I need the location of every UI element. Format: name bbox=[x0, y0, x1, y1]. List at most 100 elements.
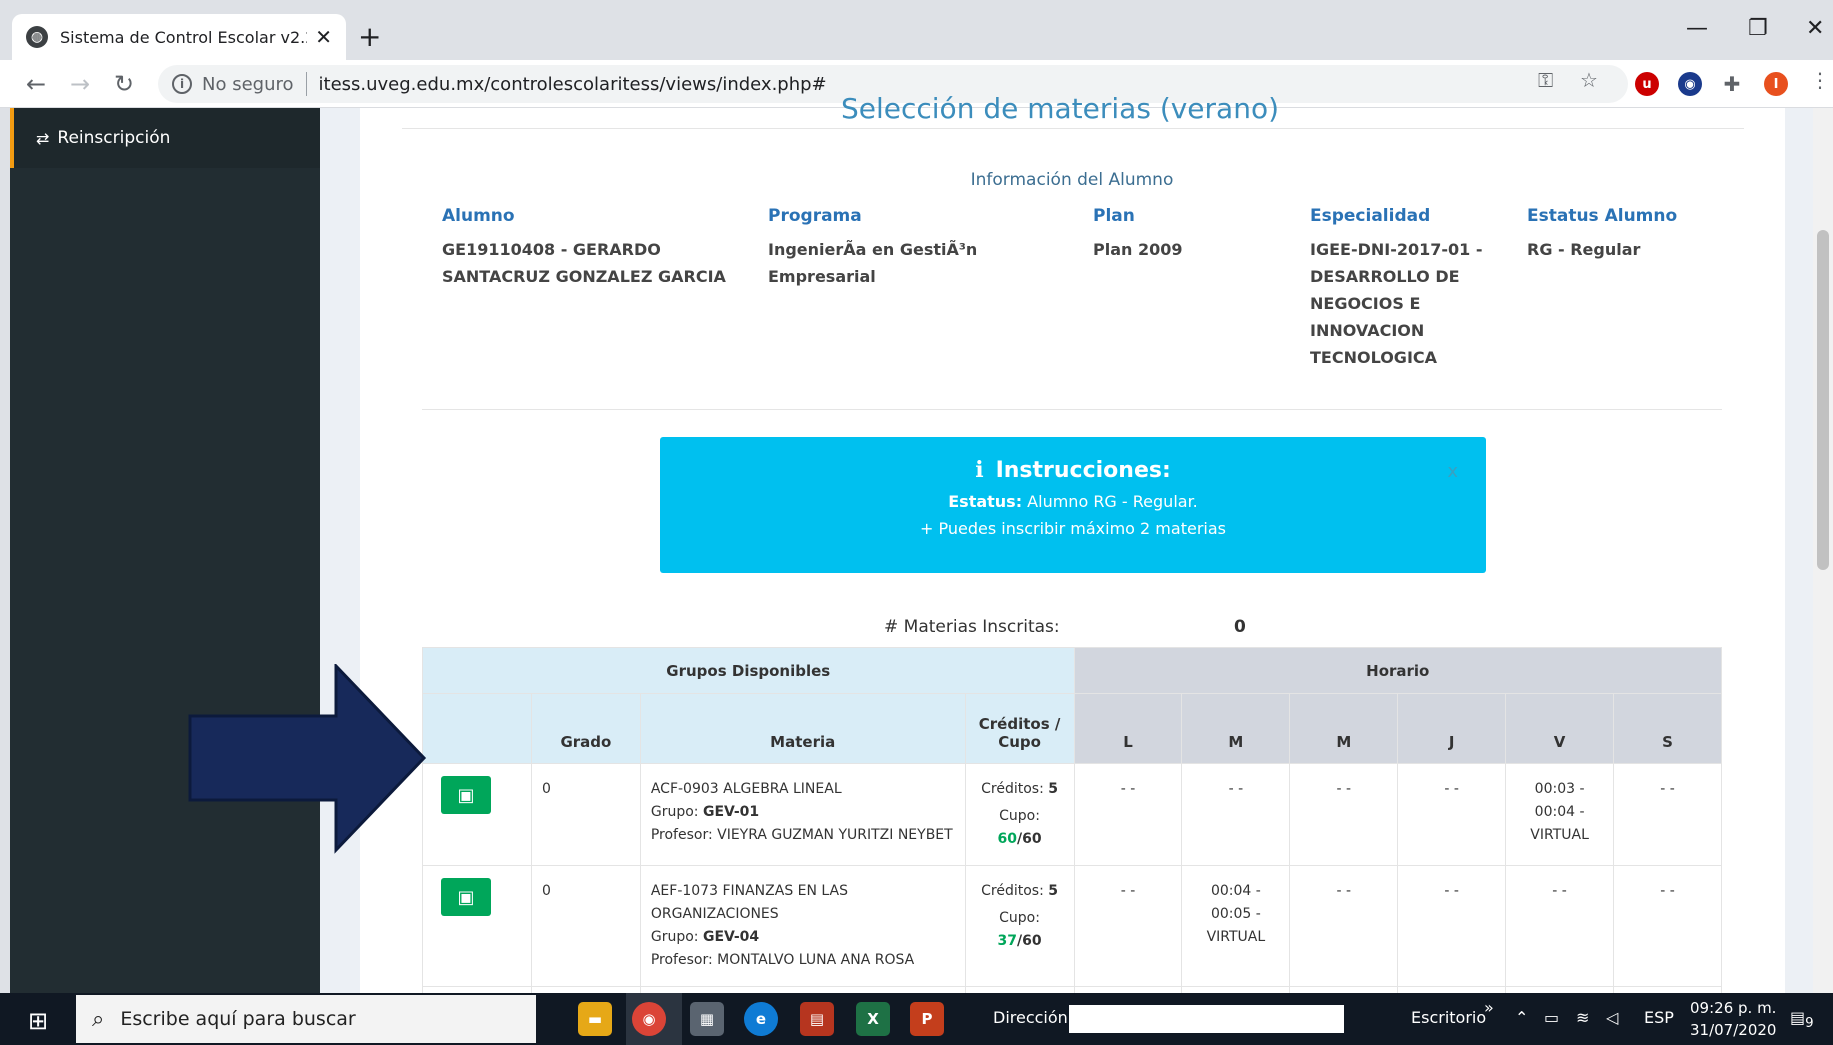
calculator-icon[interactable]: ▦ bbox=[690, 1002, 724, 1036]
alumno-label: Alumno bbox=[442, 206, 515, 226]
groups-header: Grupos Disponibles bbox=[422, 647, 1075, 694]
alumno-value: GE19110408 - GERARDO SANTACRUZ GONZALEZ … bbox=[442, 240, 726, 286]
schedule-cell-s: - - bbox=[1613, 865, 1722, 987]
group-label: Grupo: bbox=[650, 804, 703, 820]
credits-value: 5 bbox=[1048, 781, 1058, 797]
schedule-cell-m: 00:04 - 00:05 - VIRTUAL bbox=[1181, 865, 1291, 987]
language-indicator[interactable]: ESP bbox=[1644, 1008, 1674, 1027]
alert-close-button[interactable]: x bbox=[1447, 461, 1458, 482]
taskbar-clock[interactable]: 09:26 p. m. 31/07/2020 bbox=[1690, 997, 1776, 1041]
restore-icon[interactable]: ❐ bbox=[1748, 16, 1768, 41]
save-button[interactable]: ▣ bbox=[441, 878, 491, 916]
powerpoint-icon[interactable]: P bbox=[910, 1002, 944, 1036]
table-row: ▣ 0 AEF-1073 FINANZAS EN LAS ORGANIZACIO… bbox=[422, 865, 1722, 987]
schedule-cell-j: - - bbox=[1397, 865, 1507, 987]
plan-label: Plan bbox=[1093, 206, 1135, 226]
especialidad-value: IGEE-DNI-2017-01 - DESARROLLO DE NEGOCIO… bbox=[1310, 240, 1483, 367]
alert-title: i Instrucciones: bbox=[660, 457, 1486, 483]
winrar-icon[interactable]: ▤ bbox=[800, 1002, 834, 1036]
swap-icon: ⇄ bbox=[36, 128, 50, 148]
browser-tab[interactable]: ◍ Sistema de Control Escolar v2.2.0 ✕ bbox=[12, 14, 346, 60]
reload-icon[interactable]: ↻ bbox=[114, 70, 134, 98]
insecure-label[interactable]: No seguro bbox=[202, 74, 294, 95]
day-header-v: V bbox=[1505, 693, 1615, 764]
action-cell: ▣ bbox=[422, 865, 532, 987]
estatus-label: Estatus Alumno bbox=[1527, 206, 1678, 226]
grado-cell: 0 bbox=[530, 763, 641, 866]
search-placeholder: Escribe aquí para buscar bbox=[120, 1008, 356, 1030]
schedule-cell-s: - - bbox=[1613, 763, 1722, 866]
materia-name: ACF-0903 ALGEBRA LINEAL bbox=[650, 781, 842, 797]
edge-icon[interactable]: e bbox=[744, 1002, 778, 1036]
especialidad-column: Especialidad IGEE-DNI-2017-01 - DESARROL… bbox=[1310, 206, 1490, 371]
schedule-cell-j: - - bbox=[1397, 763, 1507, 866]
cupo-total: /60 bbox=[1016, 831, 1042, 847]
notification-icon[interactable]: ▤9 bbox=[1790, 1008, 1814, 1031]
group-value: GEV-01 bbox=[702, 804, 760, 820]
cupo-total: /60 bbox=[1016, 933, 1042, 949]
window-close-icon[interactable]: ✕ bbox=[1806, 16, 1824, 41]
minimize-icon[interactable]: — bbox=[1686, 16, 1708, 41]
day-header-j: J bbox=[1397, 693, 1507, 764]
estatus-value: RG - Regular bbox=[1527, 240, 1641, 259]
desktop-toolbar-label[interactable]: Escritorio bbox=[1411, 1008, 1486, 1027]
divider bbox=[402, 128, 1744, 129]
cupo-label: Cupo: bbox=[999, 808, 1040, 824]
materia-professor: Profesor: MONTALVO LUNA ANA ROSA bbox=[650, 952, 915, 968]
refresh-icon[interactable]: ↻ bbox=[1331, 1008, 1344, 1027]
plan-column: Plan Plan 2009 bbox=[1093, 206, 1253, 263]
menu-icon[interactable]: ⋮ bbox=[1810, 68, 1830, 92]
groups-table: Grupos Disponibles Horario Grado Materia… bbox=[422, 647, 1723, 1036]
excel-icon[interactable]: X bbox=[856, 1002, 890, 1036]
scrollbar-thumb[interactable] bbox=[1817, 230, 1829, 570]
table-row: ▣ 0 ACF-0903 ALGEBRA LINEAL Grupo: GEV-0… bbox=[422, 763, 1722, 866]
battery-icon[interactable]: ▭ bbox=[1544, 1008, 1559, 1027]
creditos-cell: Créditos: 5 Cupo: 60/60 bbox=[964, 763, 1075, 866]
day-header-m: M bbox=[1289, 693, 1399, 764]
taskbar-search[interactable]: ⌕ Escribe aquí para buscar bbox=[76, 995, 536, 1043]
clock-time: 09:26 p. m. bbox=[1690, 999, 1777, 1017]
sidebar-item-reinscripcion[interactable]: ⇄ Reinscripción bbox=[10, 108, 320, 168]
back-icon[interactable]: ← bbox=[26, 70, 46, 98]
programa-label: Programa bbox=[768, 206, 862, 226]
cupo-taken: 37 bbox=[997, 933, 1017, 949]
alert-max-line: + Puedes inscribir máximo 2 materias bbox=[920, 519, 1226, 538]
windows-start-icon[interactable]: ⊞ bbox=[28, 1007, 48, 1035]
address-toolbar-input[interactable] bbox=[1069, 1005, 1344, 1033]
sidebar-item-label: Reinscripción bbox=[57, 128, 171, 148]
wifi-icon[interactable]: ≋ bbox=[1576, 1008, 1589, 1027]
new-tab-button[interactable]: + bbox=[358, 20, 381, 53]
save-button[interactable]: ▣ bbox=[441, 776, 491, 814]
divider bbox=[422, 409, 1722, 410]
day-header-l: L bbox=[1073, 693, 1183, 764]
search-icon: ⌕ bbox=[92, 1006, 105, 1032]
materia-cell: AEF-1073 FINANZAS EN LAS ORGANIZACIONES … bbox=[639, 865, 966, 987]
info-icon: i bbox=[975, 457, 984, 483]
tab-close-icon[interactable]: ✕ bbox=[315, 25, 332, 49]
grado-column-header: Grado bbox=[530, 693, 641, 764]
chevron-up-icon[interactable]: ⌃ bbox=[1515, 1008, 1528, 1027]
address-toolbar-label: Dirección bbox=[993, 1008, 1068, 1027]
programa-value: IngenierÃa en GestiÃ³n Empresarial bbox=[768, 240, 978, 286]
schedule-cell-m: - - bbox=[1289, 865, 1399, 987]
group-value: GEV-04 bbox=[702, 929, 760, 945]
action-cell: ▣ bbox=[422, 763, 532, 866]
windows-taskbar: ⊞ ⌕ Escribe aquí para buscar ▬ ◉ ▦ e ▤ X… bbox=[0, 993, 1833, 1045]
volume-icon[interactable]: ◁ bbox=[1606, 1008, 1618, 1027]
profile-avatar[interactable]: I bbox=[1764, 72, 1788, 96]
enrolled-count-label: # Materias Inscritas: bbox=[884, 617, 1060, 637]
key-icon[interactable]: ⚿ bbox=[1538, 68, 1553, 92]
star-icon[interactable]: ☆ bbox=[1580, 68, 1598, 92]
file-explorer-icon[interactable]: ▬ bbox=[578, 1002, 612, 1036]
forward-icon[interactable]: → bbox=[70, 70, 90, 98]
schedule-header: Horario bbox=[1073, 647, 1723, 694]
info-icon[interactable]: i bbox=[172, 74, 192, 94]
clock-date: 31/07/2020 bbox=[1690, 1021, 1777, 1039]
notification-count: 9 bbox=[1805, 1016, 1814, 1032]
chrome-icon[interactable]: ◉ bbox=[632, 1002, 666, 1036]
day-header-m: M bbox=[1181, 693, 1291, 764]
toolbar-expand-icon[interactable]: » bbox=[1484, 998, 1494, 1017]
materia-name: AEF-1073 FINANZAS EN LAS ORGANIZACIONES bbox=[650, 883, 849, 922]
pointer-arrow-annotation bbox=[188, 664, 427, 854]
sidebar: ⇄ Reinscripción bbox=[10, 108, 320, 993]
